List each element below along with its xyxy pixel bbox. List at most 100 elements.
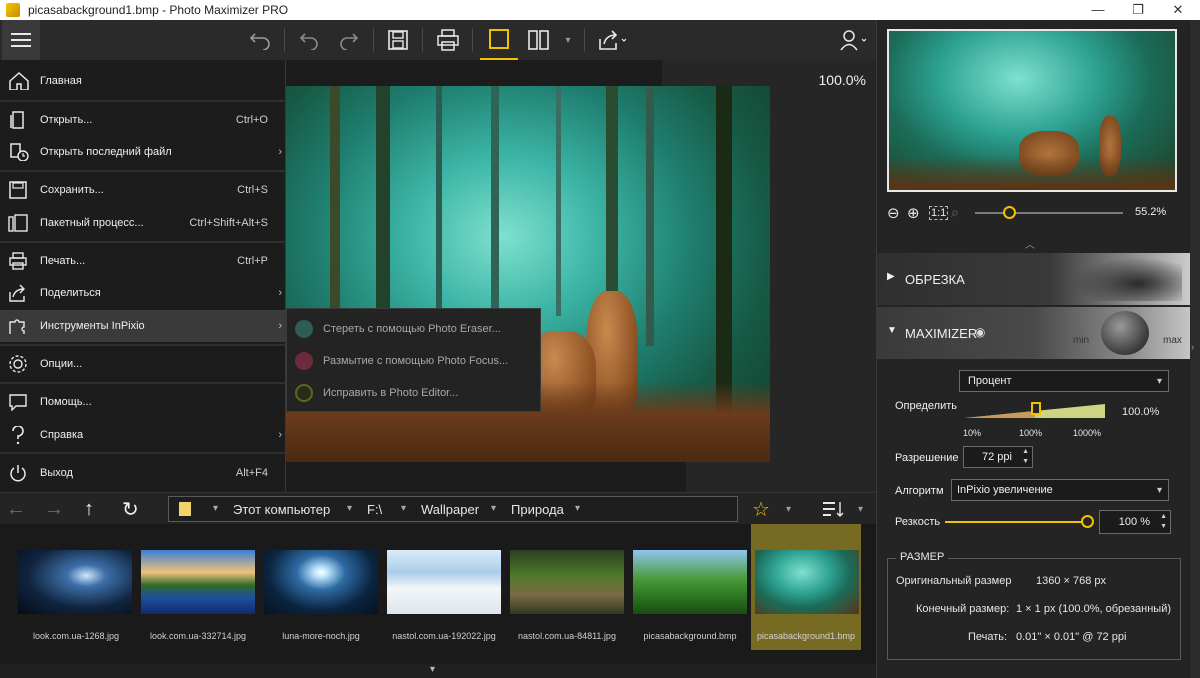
close-button[interactable]: ✕ [1158,0,1198,20]
chevron-down-icon: ▾ [1156,375,1162,387]
save-button[interactable] [382,20,414,60]
printer-icon [9,252,27,270]
menu-item-open-recent[interactable]: Открыть последний файл › [0,137,286,167]
single-view-button[interactable] [480,20,518,60]
right-panel-scrollbar[interactable]: › [1190,20,1200,678]
minimize-button[interactable]: — [1078,0,1118,20]
toolbar-separator [422,28,423,52]
menu-item-help-support[interactable]: Помощь... [0,387,286,417]
print-button[interactable] [431,20,465,60]
scale-tick: 1000% [1073,428,1102,438]
menu-item-batch[interactable]: Пакетный процесс... Ctrl+Shift+Alt+S [0,208,286,238]
view-dropdown-button[interactable]: ▾ [558,20,578,60]
refresh-button[interactable]: ↻ [122,493,148,525]
one-to-one-button[interactable]: 1:1 [929,206,949,220]
thumbnail-image[interactable] [264,550,378,614]
chevron-down-icon: ▾ [786,503,792,515]
thumbnail-label: look.com.ua-1268.jpg [32,631,120,641]
menu-item-inpixio-tools[interactable]: Инструменты InPixio › [0,310,286,342]
menu-item-shortcut: Ctrl+Shift+Alt+S [189,217,268,229]
mode-select[interactable]: Процент ▾ [959,370,1169,392]
menu-item-label: Поделиться [40,287,101,299]
stepper-icon[interactable]: ▲ ▼ [1022,447,1029,467]
submenu-item-photo-editor[interactable]: Исправить в Photo Editor... [287,377,542,409]
zoom-out-icon[interactable]: ⊖ [887,204,900,222]
zoom-level-label: 100.0% [818,72,866,88]
favorites-dropdown[interactable]: ▾ [786,493,800,525]
expand-arrow-icon: ▶ [887,271,895,282]
thumbnail-image[interactable] [141,550,255,614]
collapse-chevron-icon[interactable]: ︿ [1025,236,1035,251]
breadcrumb: ▾ Этот компьютер ▾ F:\ ▾ Wallpaper ▾ При… [168,496,738,522]
chevron-down-icon[interactable]: ▾ [213,503,218,514]
menu-item-home[interactable]: Главная [0,66,286,96]
menu-separator [0,170,286,172]
thumbnail-image[interactable] [18,550,132,614]
menu-item-save[interactable]: Сохранить... Ctrl+S [0,175,286,205]
size-info-group: РАЗМЕР Оригинальный размер 1360 × 768 px… [887,551,1181,660]
chevron-down-icon[interactable]: ▾ [347,503,352,514]
menu-item-exit[interactable]: Выход Alt+F4 [0,458,286,488]
submenu-item-photo-eraser[interactable]: Стереть с помощью Photo Eraser... [287,313,542,345]
app-icon [6,3,20,17]
sharpness-slider[interactable] [945,521,1087,523]
share-button[interactable] [594,20,632,60]
undo-button[interactable] [293,20,325,60]
save-icon [388,30,408,50]
window-title: picasabackground1.bmp - Photo Maximizer … [28,3,289,17]
thumbnail-strip: look.com.ua-1268.jpg look.com.ua-332714.… [0,524,876,664]
menu-item-open[interactable]: Открыть... Ctrl+O [0,105,286,135]
back-button[interactable]: ← [6,493,32,525]
algorithm-select[interactable]: InPixio увеличение ▾ [951,479,1169,501]
sharpness-slider-handle[interactable] [1081,515,1094,528]
breadcrumb-segment[interactable]: Этот компьютер [233,502,330,517]
zoom-slider[interactable] [975,212,1123,214]
thumbnail-image[interactable] [633,550,747,614]
menu-item-shortcut: Alt+F4 [235,467,268,479]
up-button[interactable]: ↑ [84,493,110,525]
maximize-button[interactable]: ❐ [1118,0,1158,20]
fit-zoom-icon[interactable]: ⌕ [951,204,959,221]
split-view-icon [528,30,549,50]
menu-item-print[interactable]: Печать... Ctrl+P [0,246,286,276]
menu-item-help[interactable]: Справка › [0,420,286,450]
sharpness-input[interactable]: 100 % ▲ ▼ [1099,510,1171,534]
redo-button[interactable] [333,20,365,60]
menu-item-options[interactable]: Опции... [0,349,286,379]
thumbnail-image[interactable] [510,550,624,614]
menu-item-share[interactable]: Поделиться › [0,278,286,308]
tree [556,86,561,316]
menu-item-label: Справка [40,429,84,441]
stepper-icon[interactable]: ▲ ▼ [1160,512,1167,532]
submenu-item-photo-focus[interactable]: Размытие с помощью Photo Focus... [287,345,542,377]
section-header-maximizer[interactable]: ▼ MAXIMIZER ◉ min max [877,307,1193,359]
chevron-down-icon[interactable]: ▾ [491,503,496,514]
menu-item-shortcut: Ctrl+P [237,255,268,267]
hamburger-menu-button[interactable] [2,20,40,60]
forward-button[interactable]: → [44,493,70,525]
navigator-preview[interactable] [887,29,1177,192]
breadcrumb-segment[interactable]: F:\ [367,502,382,517]
chevron-down-icon[interactable]: ▾ [401,503,406,514]
thumbnail-image[interactable] [755,550,859,614]
resolution-input[interactable]: 72 ppi ▲ ▼ [963,446,1033,468]
forest-floor [889,156,1175,190]
breadcrumb-segment[interactable]: Wallpaper [421,502,479,517]
thumbnail-image[interactable] [387,550,501,614]
split-view-button[interactable] [522,20,554,60]
zoom-in-icon[interactable]: ⊕ [907,204,920,222]
sort-button[interactable] [822,493,848,525]
menu-item-label: Опции... [40,358,83,370]
chevron-down-icon[interactable]: ▾ [575,503,580,514]
zoom-slider-handle[interactable] [1003,206,1017,219]
eye-icon[interactable]: ◉ [975,325,985,339]
breadcrumb-segment[interactable]: Природа [511,502,564,517]
scale-slider-handle[interactable] [1031,402,1041,415]
reset-button[interactable] [244,20,276,60]
user-account-button[interactable] [836,20,872,60]
section-header-crop[interactable]: ▶ ОБРЕЗКА [877,253,1193,305]
sort-dropdown[interactable]: ▾ [858,493,872,525]
main-menu: Главная Открыть... Ctrl+O Открыть послед… [0,60,286,494]
chevron-down-icon[interactable]: ▾ [430,664,435,675]
favorites-button[interactable]: ☆ [752,493,776,525]
